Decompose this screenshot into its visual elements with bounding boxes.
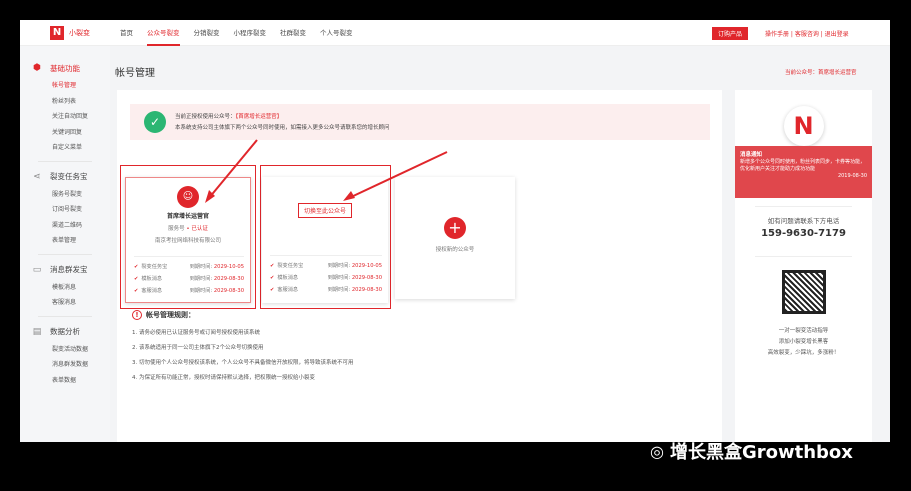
group-label: 数据分析 [50,327,80,336]
divider [38,160,92,162]
watermark: ◎ 增长黑盒Growthbox [650,438,853,464]
arrow-line [208,139,258,199]
sidebar-item[interactable]: 表单管理 [20,233,110,249]
sidebar-group-data[interactable]: ▤ 数据分析 [20,322,110,342]
phone-number: 159-9630-7179 [761,228,846,239]
divider [38,253,92,255]
wechat-icon: ◎ [650,441,664,461]
rule-item: 2. 该系统适用于同一公司主体旗下2个公众号切换使用 [132,345,264,351]
contact-text: 如有问题请联系下方电话 [767,217,840,225]
msg-body: 新增多个公众号同时使用，粉丝列表同步，卡券等功能，优化新用户关注才能助力成功功能 [740,159,866,172]
account-rules: ! 帐号管理规则： 1. 请务必使用已认证服务号或订阅号授权使用该系统 2. 该系… [132,310,354,386]
divider [755,256,852,257]
brand-name: 小裂变 [69,29,90,37]
message-icon: ▭ [32,264,42,275]
sidebar-item[interactable]: 渠道二维码 [20,218,110,234]
message-notice: 消息通知 新增多个公众号同时使用，粉丝列表同步，卡券等功能，优化新用户关注才能助… [735,146,872,198]
nav-official-account[interactable]: 公众号裂变 [147,20,180,46]
sidebar-item[interactable]: 服务号裂变 [20,187,110,203]
sidebar-item-follow-reply[interactable]: 关注自动回复 [20,109,110,125]
top-bar: N 小裂变 首页 公众号裂变 分销裂变 小程序裂变 社群裂变 个人号裂变 订购产品… [20,20,890,46]
share-icon: ⋖ [33,171,41,182]
msg-title: 消息通知 [740,152,763,158]
right-panel: N 消息通知 新增多个公众号同时使用，粉丝列表同步，卡券等功能，优化新用户关注才… [735,90,872,442]
group-label: 基础功能 [50,63,80,73]
sidebar-group-task[interactable]: ⋖ 裂变任务宝 [20,167,110,187]
nav-miniprogram[interactable]: 小程序裂变 [234,20,267,46]
watermark-text: 增长黑盒Growthbox [669,442,853,463]
sidebar-item-keyword-reply[interactable]: 关键词回复 [20,125,110,141]
main-nav: 首页 公众号裂变 分销裂变 小程序裂变 社群裂变 个人号裂变 [120,20,353,46]
buy-product-button[interactable]: 订购产品 [712,27,749,40]
sidebar-item-menu[interactable]: 自定义菜单 [20,140,110,156]
rules-title: 帐号管理规则： [146,311,195,319]
page-title: 帐号管理 [115,68,155,79]
qr-text: 高效裂变，少踩坑，多涨粉！ [767,350,840,356]
nav-home[interactable]: 首页 [120,20,133,46]
nav-community[interactable]: 社群裂变 [280,20,306,46]
sidebar: ⬢ 基础功能 帐号管理 粉丝列表 关注自动回复 关键词回复 自定义菜单 ⋖ 裂变任务… [20,46,110,442]
divider [755,206,852,207]
qr-code [782,270,826,314]
sidebar-item[interactable]: 裂变活动数据 [20,342,110,358]
nav-personal[interactable]: 个人号裂变 [320,20,353,46]
app-window: N 小裂变 首页 公众号裂变 分销裂变 小程序裂变 社群裂变 个人号裂变 订购产品… [20,20,890,442]
sidebar-item[interactable]: 模板消息 [20,280,110,296]
sidebar-item[interactable]: 客服消息 [20,295,110,311]
top-links[interactable]: 操作手册 | 客服咨询 | 退出登录 [765,29,849,38]
nav-distribution[interactable]: 分销裂变 [194,20,220,46]
main-panel: ✓ 当前正授权使用公众号：【首席增长运营官】 本系统支持公司主体旗下两个公众号同… [117,90,722,442]
logo[interactable]: N 小裂变 [50,26,90,40]
brand-logo-icon: N [783,106,824,146]
sidebar-item-account[interactable]: 帐号管理 [20,78,110,94]
qr-text: 添加小裂变增长黑客 [778,339,829,345]
arrow-line [348,151,448,199]
data-icon: ▤ [32,326,42,337]
arrowhead [343,191,355,201]
annotation-arrows [205,139,448,203]
rule-item: 3. 切勿使用个人公众号授权该系统，个人公众号不具备微信开放权限，将导致该系统不… [132,360,354,366]
rule-item: 1. 请务必使用已认证服务号或订阅号授权使用该系统 [132,330,260,336]
rule-item: 4. 为保证所有功能正常，授权时请保持默认选择，把权限统一授权给小裂变 [132,375,315,381]
sidebar-group-message[interactable]: ▭ 消息群发宝 [20,260,110,280]
cube-icon: ⬢ [33,63,41,73]
sidebar-item[interactable]: 消息群发数据 [20,357,110,373]
msg-date: 2019-08-30 [837,173,867,179]
qr-text: 一对一裂变活动指导 [778,328,829,334]
current-account: 当前公众号：首席增长运营官 [785,70,857,76]
sidebar-item[interactable]: 表单数据 [20,373,110,389]
warning-icon: ! [132,310,142,320]
sidebar-group-basic[interactable]: ⬢ 基础功能 [20,58,110,78]
qr-caption: 一对一裂变活动指导 添加小裂变增长黑客 高效裂变，少踩坑，多涨粉！ [735,326,872,359]
rules-heading: ! 帐号管理规则： [132,310,354,320]
divider [38,315,92,317]
group-label: 裂变任务宝 [50,172,88,181]
sidebar-item[interactable]: 订阅号裂变 [20,202,110,218]
sidebar-item-fans[interactable]: 粉丝列表 [20,94,110,110]
group-label: 消息群发宝 [50,265,88,274]
logo-icon: N [50,26,64,40]
